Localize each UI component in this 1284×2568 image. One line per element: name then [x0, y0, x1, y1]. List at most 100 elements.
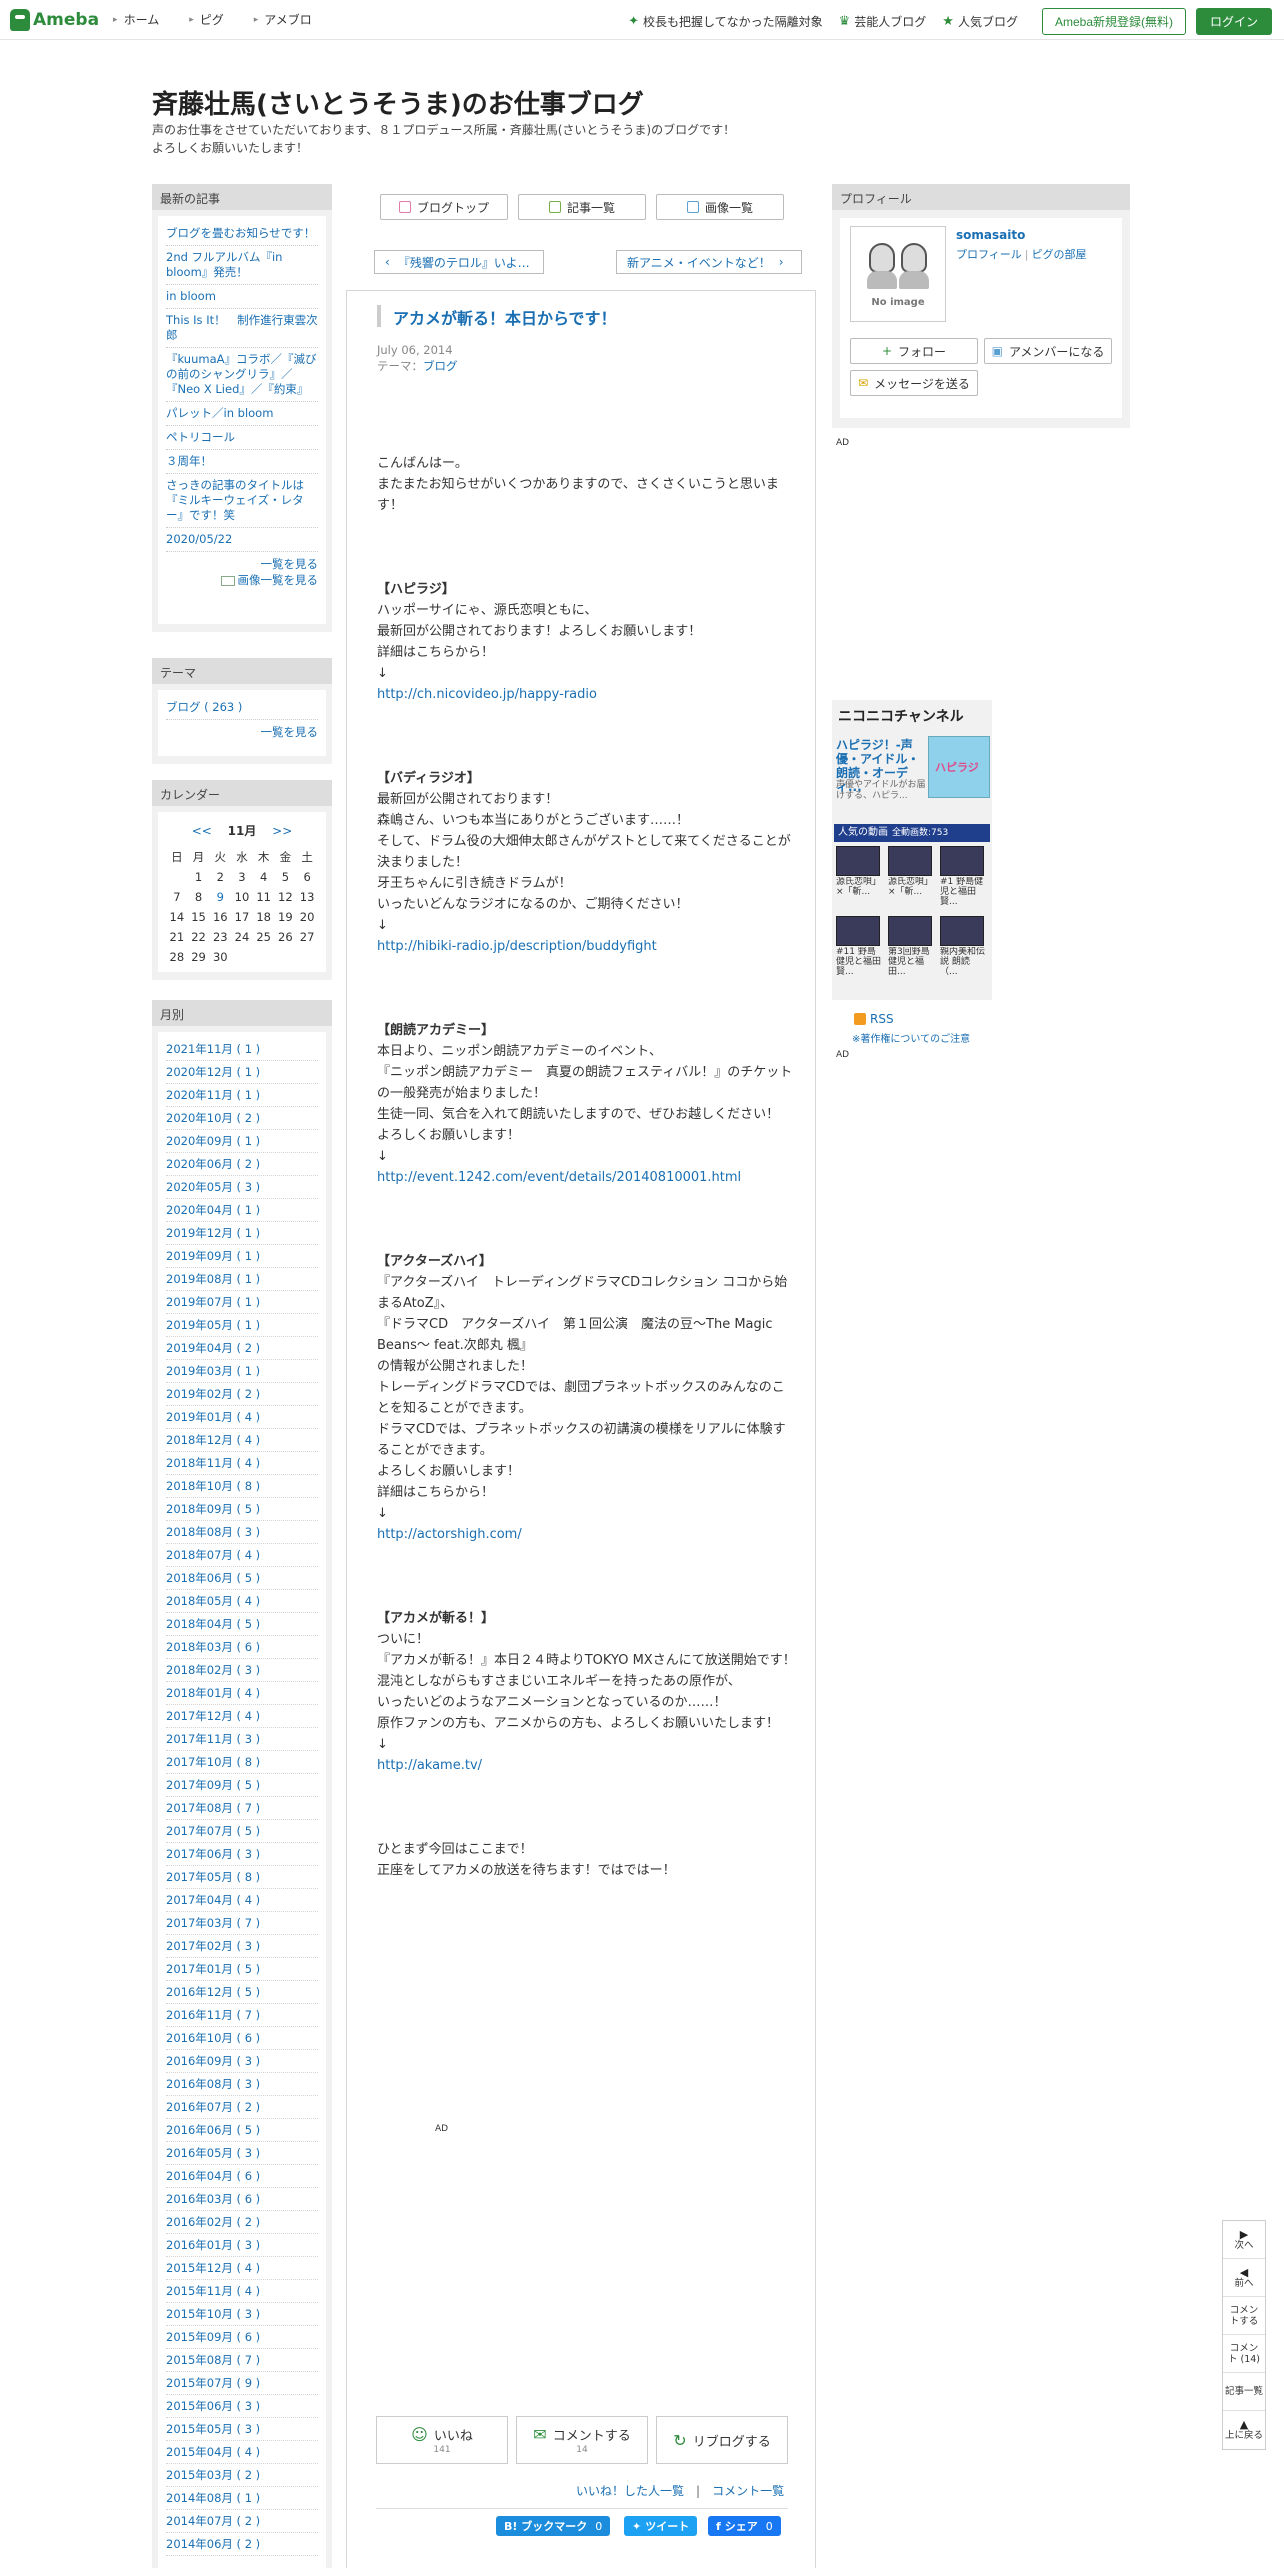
monthly-archive-link[interactable]: 2016年11月 ( 7 ) — [166, 2008, 260, 2022]
floating-top-button[interactable]: ▲ 上に戻る — [1223, 2411, 1265, 2449]
monthly-archive-link[interactable]: 2016年09月 ( 3 ) — [166, 2054, 260, 2068]
video-item[interactable]: #1 野島健児と福田賢... — [940, 846, 986, 907]
send-message-button[interactable]: ✉ メッセージを送る — [850, 370, 978, 396]
rss-link[interactable]: RSS — [854, 1012, 894, 1026]
monthly-archive-link[interactable]: 2017年07月 ( 5 ) — [166, 1824, 260, 1838]
recent-article-link[interactable]: ペトリコール — [166, 430, 235, 444]
recent-article-link[interactable]: This Is It！ 制作進行東雲次郎 — [166, 313, 318, 342]
niconico-logo[interactable]: ニコニコチャンネル — [838, 706, 964, 726]
monthly-archive-link[interactable]: 2016年01月 ( 3 ) — [166, 2238, 260, 2252]
monthly-archive-link[interactable]: 2017年04月 ( 4 ) — [166, 1893, 260, 1907]
monthly-archive-link[interactable]: 2018年02月 ( 3 ) — [166, 1663, 260, 1677]
follow-button[interactable]: + フォロー — [850, 338, 978, 364]
calendar-next-link[interactable]: >> — [272, 824, 292, 838]
monthly-archive-link[interactable]: 2017年12月 ( 4 ) — [166, 1709, 260, 1723]
profile-link[interactable]: プロフィール — [956, 248, 1022, 261]
article-title[interactable]: アカメが斬る！本日からです！ — [377, 305, 617, 328]
recent-article-link[interactable]: さっきの記事のタイトルは『ミルキーウェイズ・レター』です！笑 — [166, 478, 304, 522]
monthly-archive-link[interactable]: 2019年02月 ( 2 ) — [166, 1387, 260, 1401]
prev-article-button[interactable]: ‹ 『残響のテロル』いよ… — [374, 250, 544, 274]
monthly-archive-link[interactable]: 2015年07月 ( 9 ) — [166, 2376, 260, 2390]
tab-article-list[interactable]: 記事一覧 — [518, 194, 646, 220]
monthly-archive-link[interactable]: 2016年05月 ( 3 ) — [166, 2146, 260, 2160]
video-item[interactable]: 源氏恋唄」×「斬... — [836, 846, 882, 907]
monthly-archive-link[interactable]: 2018年01月 ( 4 ) — [166, 1686, 260, 1700]
article-link[interactable]: http://actorshigh.com/ — [377, 1527, 522, 1542]
niconico-channel-thumbnail[interactable] — [928, 736, 990, 798]
monthly-archive-link[interactable]: 2018年07月 ( 4 ) — [166, 1548, 260, 1562]
comment-button[interactable]: ✉ コメントする 14 — [516, 2416, 648, 2464]
monthly-archive-link[interactable]: 2016年10月 ( 6 ) — [166, 2031, 260, 2045]
monthly-archive-link[interactable]: 2017年03月 ( 7 ) — [166, 1916, 260, 1930]
copyright-notice-link[interactable]: ※著作権についてのご注意 — [852, 1030, 970, 1045]
monthly-archive-link[interactable]: 2015年08月 ( 7 ) — [166, 2353, 260, 2367]
monthly-archive-link[interactable]: 2015年04月 ( 4 ) — [166, 2445, 260, 2459]
pigg-room-link[interactable]: ピグの部屋 — [1032, 248, 1087, 261]
monthly-archive-link[interactable]: 2015年11月 ( 4 ) — [166, 2284, 260, 2298]
facebook-share-button[interactable]: f シェア 0 — [708, 2516, 781, 2536]
login-button[interactable]: ログイン — [1195, 8, 1272, 35]
amember-button[interactable]: ▣ アメンバーになる — [984, 338, 1112, 364]
next-article-button[interactable]: 新アニメ・イベントなど！ › — [616, 250, 802, 274]
article-link[interactable]: http://ch.nicovideo.jp/happy-radio — [377, 687, 597, 702]
comment-list-link[interactable]: コメント一覧 — [712, 2484, 784, 2498]
monthly-archive-link[interactable]: 2018年11月 ( 4 ) — [166, 1456, 260, 1470]
monthly-archive-link[interactable]: 2018年08月 ( 3 ) — [166, 1525, 260, 1539]
monthly-archive-link[interactable]: 2017年05月 ( 8 ) — [166, 1870, 260, 1884]
video-item[interactable]: 源氏恋唄」×「斬... — [888, 846, 934, 907]
article-link[interactable]: http://akame.tv/ — [377, 1758, 482, 1773]
monthly-archive-link[interactable]: 2019年01月 ( 4 ) — [166, 1410, 260, 1424]
monthly-archive-link[interactable]: 2014年07月 ( 2 ) — [166, 2514, 260, 2528]
monthly-archive-link[interactable]: 2017年11月 ( 3 ) — [166, 1732, 260, 1746]
monthly-archive-link[interactable]: 2020年12月 ( 1 ) — [166, 1065, 260, 1079]
monthly-archive-link[interactable]: 2019年04月 ( 2 ) — [166, 1341, 260, 1355]
monthly-archive-link[interactable]: 2017年09月 ( 5 ) — [166, 1778, 260, 1792]
register-button[interactable]: Ameba新規登録(無料) — [1041, 8, 1186, 35]
image-list-link[interactable]: 画像一覧を見る — [238, 573, 319, 587]
calendar-prev-link[interactable]: << — [192, 824, 212, 838]
monthly-archive-link[interactable]: 2015年03月 ( 2 ) — [166, 2468, 260, 2482]
video-item[interactable]: 親内美和伝説 朗読（... — [940, 916, 986, 977]
monthly-archive-link[interactable]: 2019年12月 ( 1 ) — [166, 1226, 260, 1240]
nav-home[interactable]: ▸ ホーム — [113, 11, 159, 28]
monthly-archive-link[interactable]: 2018年03月 ( 6 ) — [166, 1640, 260, 1654]
monthly-archive-link[interactable]: 2019年09月 ( 1 ) — [166, 1249, 260, 1263]
monthly-archive-link[interactable]: 2019年03月 ( 1 ) — [166, 1364, 260, 1378]
theme-more-link[interactable]: 一覧を見る — [261, 725, 319, 739]
monthly-archive-link[interactable]: 2015年10月 ( 3 ) — [166, 2307, 260, 2321]
calendar-day-link[interactable]: 9 — [209, 887, 231, 907]
floating-next-button[interactable]: ▶ 次へ — [1223, 2221, 1265, 2259]
like-button[interactable]: ☺ いいね 141 — [376, 2416, 508, 2464]
floating-article-list-button[interactable]: 記事一覧 — [1223, 2373, 1265, 2411]
monthly-archive-link[interactable]: 2017年02月 ( 3 ) — [166, 1939, 260, 1953]
monthly-archive-link[interactable]: 2018年10月 ( 8 ) — [166, 1479, 260, 1493]
monthly-archive-link[interactable]: 2017年06月 ( 3 ) — [166, 1847, 260, 1861]
article-link[interactable]: http://event.1242.com/event/details/2014… — [377, 1170, 741, 1185]
monthly-archive-link[interactable]: 2018年05月 ( 4 ) — [166, 1594, 260, 1608]
video-item[interactable]: #11 野島健児と福田賢... — [836, 916, 882, 977]
article-theme-link[interactable]: ブログ — [423, 359, 458, 373]
recent-article-link[interactable]: 2nd フルアルバム『in bloom』発売！ — [166, 250, 282, 279]
nav-pigg[interactable]: ▸ ピグ — [189, 11, 224, 28]
trend-link[interactable]: ✦ 校長も把握してなかった隔離対象 — [628, 13, 823, 30]
monthly-archive-link[interactable]: 2020年05月 ( 3 ) — [166, 1180, 260, 1194]
tweet-button[interactable]: ✦ ツイート — [624, 2516, 698, 2536]
monthly-archive-link[interactable]: 2015年12月 ( 4 ) — [166, 2261, 260, 2275]
monthly-archive-link[interactable]: 2014年06月 ( 2 ) — [166, 2537, 260, 2551]
floating-prev-button[interactable]: ◀ 前へ — [1223, 2259, 1265, 2297]
monthly-archive-link[interactable]: 2020年09月 ( 1 ) — [166, 1134, 260, 1148]
video-item[interactable]: 第3回野島健児と福田... — [888, 916, 934, 977]
monthly-archive-link[interactable]: 2016年03月 ( 6 ) — [166, 2192, 260, 2206]
monthly-archive-link[interactable]: 2016年02月 ( 2 ) — [166, 2215, 260, 2229]
nav-ameblo[interactable]: ▸ アメブロ — [254, 11, 312, 28]
monthly-archive-link[interactable]: 2020年11月 ( 1 ) — [166, 1088, 260, 1102]
monthly-archive-link[interactable]: 2016年08月 ( 3 ) — [166, 2077, 260, 2091]
tab-image-list[interactable]: 画像一覧 — [656, 194, 784, 220]
monthly-archive-link[interactable]: 2014年08月 ( 1 ) — [166, 2491, 260, 2505]
floating-comments-button[interactable]: コメント (14) — [1223, 2335, 1265, 2373]
monthly-archive-link[interactable]: 2017年10月 ( 8 ) — [166, 1755, 260, 1769]
reblog-button[interactable]: ↻ リブログする — [656, 2416, 788, 2464]
monthly-archive-link[interactable]: 2020年10月 ( 2 ) — [166, 1111, 260, 1125]
ameba-logo[interactable]: Ameba — [10, 8, 99, 31]
monthly-archive-link[interactable]: 2018年12月 ( 4 ) — [166, 1433, 260, 1447]
